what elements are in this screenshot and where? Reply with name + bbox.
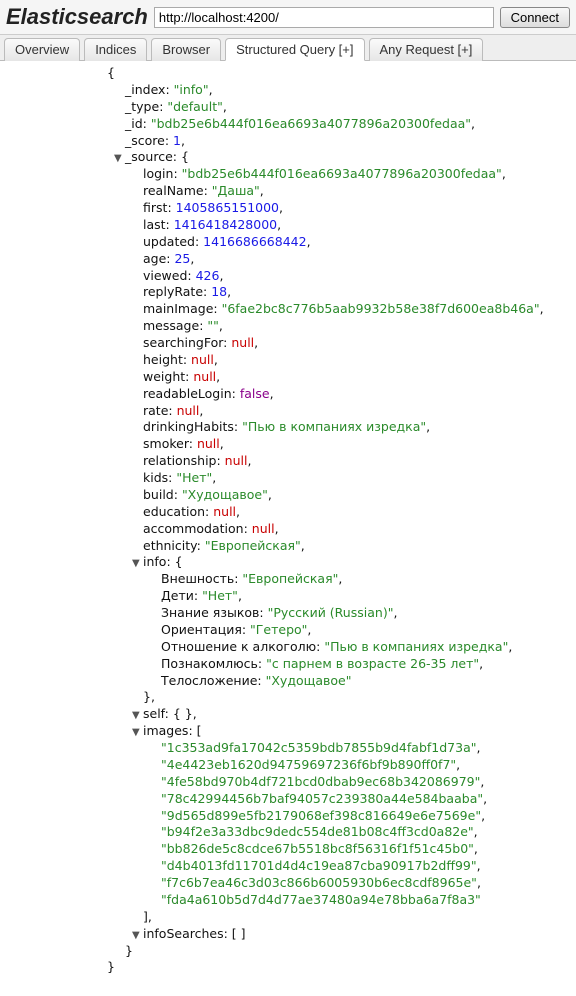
json-viewer: { _index: "info", _type: "default", _id:…	[0, 61, 576, 996]
json-row: "bb826de5c8cdce67b5518bc8f56316f1f51c45b…	[6, 841, 570, 858]
json-row: "1c353ad9fa17042c5359bdb7855b9d4fabf1d73…	[6, 740, 570, 757]
json-row: searchingFor: null,	[6, 335, 570, 352]
tab-any-request[interactable]: Any Request [+]	[369, 38, 484, 61]
toggle-icon[interactable]: ▼	[114, 152, 125, 166]
json-row: message: "",	[6, 318, 570, 335]
json-row: "fda4a610b5d7d4d77ae37480a94e78bba6a7f8a…	[6, 892, 570, 909]
json-row: relationship: null,	[6, 453, 570, 470]
url-input[interactable]	[154, 7, 494, 28]
json-row: first: 1405865151000,	[6, 200, 570, 217]
json-row[interactable]: ▼info: {	[6, 554, 570, 571]
json-row: _type: "default",	[6, 99, 570, 116]
toggle-icon[interactable]: ▼	[132, 929, 143, 943]
json-row: readableLogin: false,	[6, 386, 570, 403]
json-row: rate: null,	[6, 403, 570, 420]
json-row: last: 1416418428000,	[6, 217, 570, 234]
json-row: updated: 1416686668442,	[6, 234, 570, 251]
json-row: ],	[6, 909, 570, 926]
json-row[interactable]: ▼self: { },	[6, 706, 570, 723]
toggle-icon[interactable]: ▼	[132, 709, 143, 723]
json-row: height: null,	[6, 352, 570, 369]
json-row: age: 25,	[6, 251, 570, 268]
json-row: Познакомлюсь: "с парнем в возрасте 26-35…	[6, 656, 570, 673]
json-row: Знание языков: "Русский (Russian)",	[6, 605, 570, 622]
json-row: }	[6, 943, 570, 960]
json-row[interactable]: ▼images: [	[6, 723, 570, 740]
json-row: "f7c6b7ea46c3d03c866b6005930b6ec8cdf8965…	[6, 875, 570, 892]
top-bar: Elasticsearch Connect	[0, 0, 576, 35]
json-row: kids: "Нет",	[6, 470, 570, 487]
json-row: education: null,	[6, 504, 570, 521]
json-row: }	[6, 959, 570, 976]
tab-browser[interactable]: Browser	[151, 38, 221, 61]
json-row: "78c42994456b7baf94057c239380a44e584baab…	[6, 791, 570, 808]
json-row: "4e4423eb1620d94759697236f6bf9b890ff0f7"…	[6, 757, 570, 774]
json-row: "4fe58bd970b4df721bcd0dbab9ec68b34208697…	[6, 774, 570, 791]
json-row: weight: null,	[6, 369, 570, 386]
json-row: realName: "Даша",	[6, 183, 570, 200]
json-row: "d4b4013fd11701d4d4c19ea87cba90917b2dff9…	[6, 858, 570, 875]
json-row: replyRate: 18,	[6, 284, 570, 301]
json-row: {	[6, 65, 570, 82]
json-row: smoker: null,	[6, 436, 570, 453]
tab-structured-query[interactable]: Structured Query [+]	[225, 38, 364, 61]
toggle-icon[interactable]: ▼	[132, 557, 143, 571]
json-row: Ориентация: "Гетеро",	[6, 622, 570, 639]
json-row: drinkingHabits: "Пью в компаниях изредка…	[6, 419, 570, 436]
tab-overview[interactable]: Overview	[4, 38, 80, 61]
connect-button[interactable]: Connect	[500, 7, 570, 28]
json-row: _id: "bdb25e6b444f016ea6693a4077896a2030…	[6, 116, 570, 133]
json-row: build: "Худощавое",	[6, 487, 570, 504]
json-row: viewed: 426,	[6, 268, 570, 285]
json-row: mainImage: "6fae2bc8c776b5aab9932b58e38f…	[6, 301, 570, 318]
json-row: Внешность: "Европейская",	[6, 571, 570, 588]
json-row: "9d565d899e5fb2179068ef398c816649e6e7569…	[6, 808, 570, 825]
json-row: Отношение к алкоголю: "Пью в компаниях и…	[6, 639, 570, 656]
json-row: Телосложение: "Худощавое"	[6, 673, 570, 690]
brand-title: Elasticsearch	[6, 4, 148, 30]
tab-indices[interactable]: Indices	[84, 38, 147, 61]
json-row[interactable]: ▼_source: {	[6, 149, 570, 166]
json-row: _score: 1,	[6, 133, 570, 150]
json-row: ethnicity: "Европейская",	[6, 538, 570, 555]
json-row: Дети: "Нет",	[6, 588, 570, 605]
tab-bar: Overview Indices Browser Structured Quer…	[0, 35, 576, 61]
toggle-icon[interactable]: ▼	[132, 726, 143, 740]
json-row: login: "bdb25e6b444f016ea6693a4077896a20…	[6, 166, 570, 183]
json-row: accommodation: null,	[6, 521, 570, 538]
json-row: _index: "info",	[6, 82, 570, 99]
json-row[interactable]: ▼infoSearches: [ ]	[6, 926, 570, 943]
json-row: "b94f2e3a33dbc9dedc554de81b08c4ff3cd0a82…	[6, 824, 570, 841]
json-row: },	[6, 689, 570, 706]
